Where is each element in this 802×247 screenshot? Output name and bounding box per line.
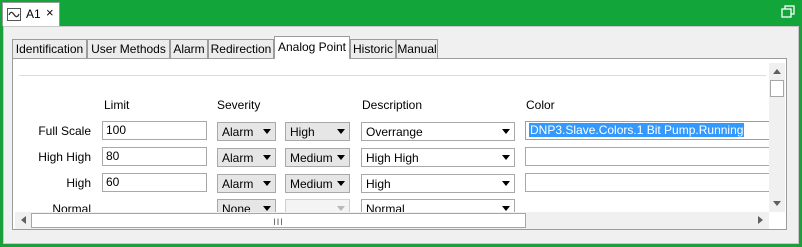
horizontal-scrollbar[interactable]: III xyxy=(15,212,769,229)
header-limit: Limit xyxy=(104,98,130,112)
vertical-scroll-thumb[interactable] xyxy=(770,80,784,97)
description-value: High xyxy=(366,177,391,191)
severity-value: Alarm xyxy=(222,177,254,191)
color-input-high[interactable] xyxy=(525,173,770,192)
header-severity: Severity xyxy=(217,98,261,112)
severity-select-high-high[interactable]: Alarm xyxy=(217,148,276,167)
priority-value: Medium xyxy=(290,151,333,165)
chevron-down-icon xyxy=(263,129,271,134)
description-select-high-high[interactable]: High High xyxy=(361,148,515,167)
document-tab[interactable]: A1 × xyxy=(2,2,60,26)
description-select-full-scale[interactable]: Overrange xyxy=(361,122,515,141)
scroll-grip-icon: III xyxy=(273,217,284,227)
description-value: High High xyxy=(366,151,419,165)
row-label-full-scale: Full Scale xyxy=(38,124,91,138)
row-label-high-high: High High xyxy=(38,150,91,164)
severity-value: Alarm xyxy=(222,125,254,139)
color-input-full-scale[interactable]: DNP3.Slave.Colors.1 Bit Pump.Running xyxy=(525,121,770,140)
priority-value: Medium xyxy=(290,177,333,191)
color-input-high-high[interactable] xyxy=(525,147,770,166)
chevron-down-icon xyxy=(263,155,271,160)
limit-input-full-scale[interactable]: 100 xyxy=(102,121,207,140)
priority-value: High xyxy=(290,125,315,139)
chevron-down-icon xyxy=(263,181,271,186)
limit-input-high-high[interactable]: 80 xyxy=(102,147,207,166)
chevron-down-icon xyxy=(502,181,510,186)
chevron-down-icon xyxy=(502,129,510,134)
tab-user-methods[interactable]: User Methods xyxy=(87,39,170,58)
chevron-down-icon xyxy=(337,129,345,134)
chevron-down-icon xyxy=(502,206,510,211)
header-color: Color xyxy=(526,98,555,112)
tab-manual[interactable]: Manual xyxy=(396,39,438,58)
priority-select-full-scale[interactable]: High xyxy=(285,122,350,141)
chevron-down-icon xyxy=(502,155,510,160)
scroll-up-icon[interactable] xyxy=(773,69,781,74)
vertical-scrollbar[interactable] xyxy=(769,63,785,212)
priority-select-high-high[interactable]: Medium xyxy=(285,148,350,167)
severity-value: Alarm xyxy=(222,151,254,165)
separator xyxy=(19,75,766,76)
chevron-down-icon xyxy=(337,206,345,211)
color-value-selected: DNP3.Slave.Colors.1 Bit Pump.Running xyxy=(529,123,745,137)
horizontal-scroll-thumb[interactable]: III xyxy=(31,213,526,228)
restore-window-icon[interactable] xyxy=(779,4,799,20)
scroll-left-icon[interactable] xyxy=(21,216,26,224)
severity-select-high[interactable]: Alarm xyxy=(217,174,276,193)
properties-panel: Identification User Methods Alarm Redire… xyxy=(3,26,799,244)
header-description: Description xyxy=(362,98,423,112)
analog-point-content: Limit Severity Description Color Full Sc… xyxy=(12,58,787,230)
waveform-icon xyxy=(7,8,21,21)
scroll-down-icon[interactable] xyxy=(773,201,781,206)
tab-identification[interactable]: Identification xyxy=(12,39,87,58)
close-tab-icon[interactable]: × xyxy=(46,6,54,20)
tab-historic[interactable]: Historic xyxy=(350,39,396,58)
document-tab-title: A1 xyxy=(26,7,41,21)
tab-alarm[interactable]: Alarm xyxy=(170,39,208,58)
row-label-high: High xyxy=(66,176,91,190)
limit-input-high[interactable]: 60 xyxy=(102,173,207,192)
priority-select-high[interactable]: Medium xyxy=(285,174,350,193)
chevron-down-icon xyxy=(337,155,345,160)
chevron-down-icon xyxy=(263,206,271,211)
description-value: Overrange xyxy=(366,125,423,139)
chevron-down-icon xyxy=(337,181,345,186)
tab-analog-point[interactable]: Analog Point xyxy=(274,36,350,59)
scroll-right-icon[interactable] xyxy=(758,216,763,224)
tab-redirection[interactable]: Redirection xyxy=(208,39,274,58)
severity-select-full-scale[interactable]: Alarm xyxy=(217,122,276,141)
title-bar: A1 × xyxy=(0,0,802,26)
description-select-high[interactable]: High xyxy=(361,174,515,193)
